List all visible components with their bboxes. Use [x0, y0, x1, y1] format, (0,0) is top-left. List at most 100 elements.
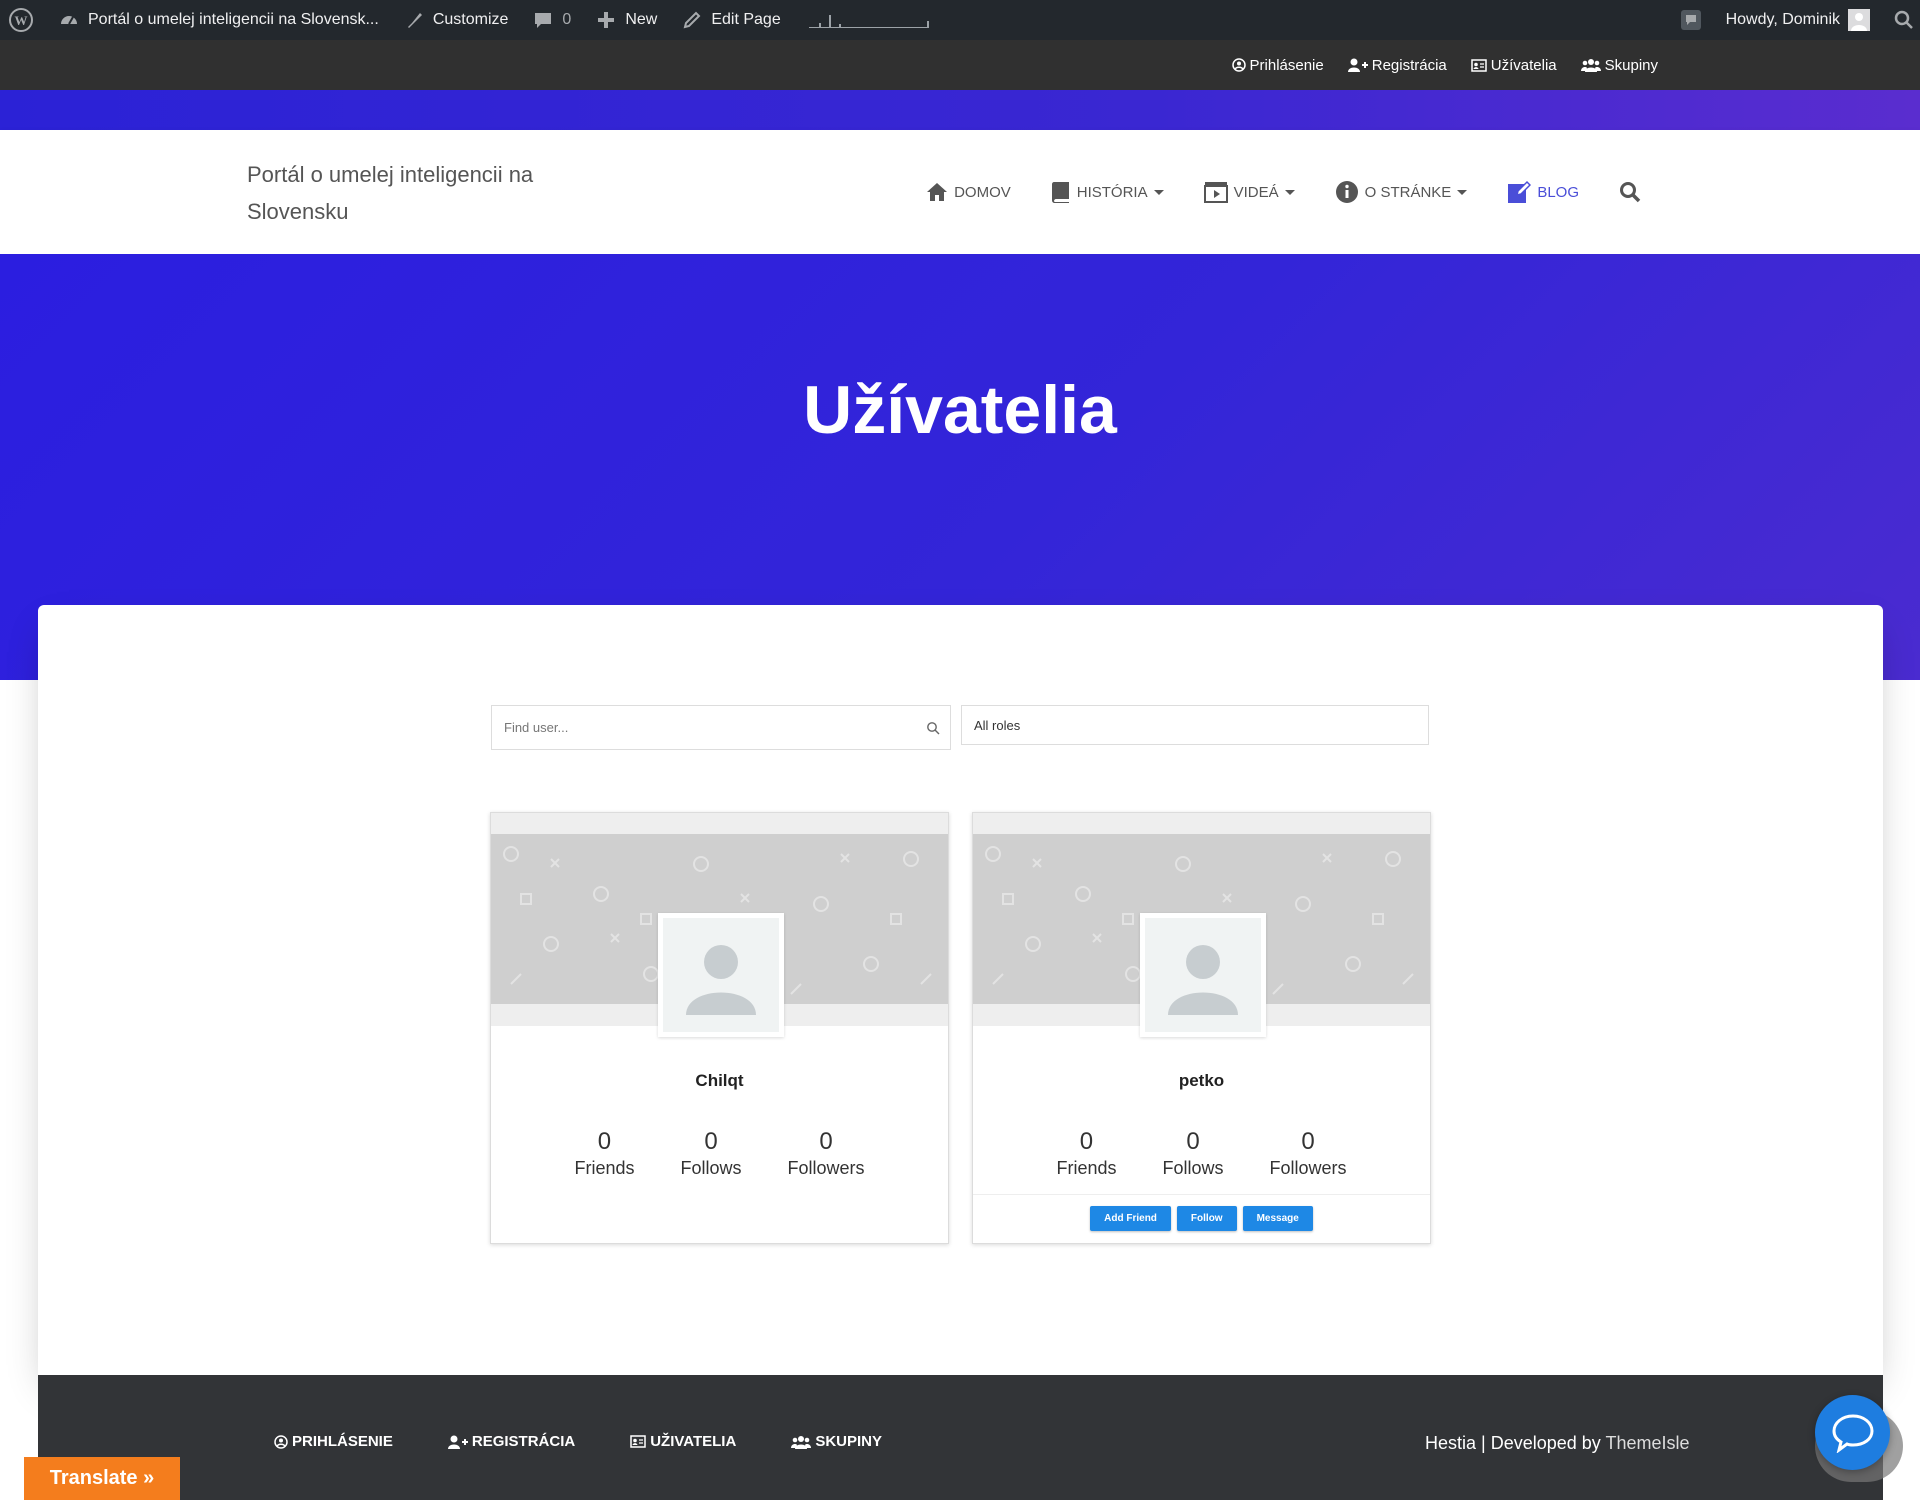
footer-menu: PRIHLÁSENIE REGISTRÁCIA UŽIVATELIA SKUPI… [274, 1433, 937, 1450]
notification-icon [1680, 10, 1701, 30]
footer-link-groups-label: SKUPINY [815, 1433, 882, 1450]
user-placeholder-icon [686, 945, 756, 1015]
footer-link-login[interactable]: PRIHLÁSENIE [274, 1433, 393, 1450]
howdy-label: Howdy, Dominik [1725, 11, 1840, 28]
nav-item-blog[interactable]: BLOG [1507, 180, 1579, 204]
comments-link[interactable]: 0 [520, 0, 583, 40]
gradient-strip [0, 90, 1920, 130]
user-search-placeholder: Find user... [504, 720, 569, 735]
roles-select-value: All roles [974, 718, 1021, 733]
followers-label: Followers [1269, 1158, 1347, 1178]
edit-page-label: Edit Page [711, 11, 781, 28]
brush-icon [403, 9, 425, 31]
top-link-register-label: Registrácia [1371, 56, 1447, 74]
wordpress-icon: W [9, 8, 33, 32]
notifications-button[interactable] [1668, 0, 1714, 40]
dashboard-icon [58, 9, 80, 31]
my-account-menu[interactable]: Howdy, Dominik [1714, 0, 1882, 40]
nav-item-videos[interactable]: VIDEÁ [1203, 181, 1295, 203]
stats-sparkline[interactable] [808, 12, 929, 28]
followers-stat: 0 Followers [788, 1128, 865, 1180]
footer-credit: Hestia | Developed by ThemeIsle [1425, 1433, 1690, 1454]
credit-developer-link[interactable]: ThemeIsle [1605, 1433, 1689, 1453]
user-stats: 0 Friends 0 Follows 0 Followers [491, 1128, 948, 1180]
site-footer: PRIHLÁSENIE REGISTRÁCIA UŽIVATELIA SKUPI… [38, 1375, 1883, 1500]
film-icon [1203, 182, 1228, 203]
id-card-icon [630, 1435, 646, 1448]
page-title: Užívatelia [803, 372, 1117, 448]
friends-label: Friends [574, 1158, 635, 1178]
search-icon [1894, 10, 1913, 29]
search-icon [1620, 182, 1641, 203]
site-name-link[interactable]: Portál o umelej inteligencii na Slovensk… [46, 0, 391, 40]
follows-label: Follows [680, 1158, 742, 1178]
nav-item-history[interactable]: HISTÓRIA [1051, 181, 1164, 203]
friends-count: 0 [597, 1128, 612, 1155]
customize-link[interactable]: Customize [391, 0, 521, 40]
user-search-input[interactable]: Find user... [491, 705, 951, 750]
new-content-link[interactable]: New [583, 0, 669, 40]
info-icon [1335, 181, 1358, 203]
follows-stat: 0 Follows [680, 1128, 741, 1180]
users-icon [1580, 59, 1601, 72]
svg-text:W: W [15, 13, 28, 28]
top-link-register[interactable]: Registrácia [1347, 56, 1447, 74]
user-plus-icon [447, 1435, 468, 1449]
user-actions: Add Friend Follow Message [973, 1206, 1430, 1231]
friends-count: 0 [1079, 1128, 1094, 1155]
follows-stat: 0 Follows [1162, 1128, 1223, 1180]
user-circle-icon [1231, 58, 1246, 72]
footer-link-users[interactable]: UŽIVATELIA [630, 1433, 736, 1450]
nav-search-button[interactable] [1619, 181, 1647, 203]
top-links-bar: Prihlásenie Registrácia Užívatelia Skupi… [0, 40, 1920, 90]
admin-search-button[interactable] [1882, 0, 1920, 40]
book-icon [1051, 182, 1069, 203]
user-card: Chilqt 0 Friends 0 Follows 0 Followers [490, 812, 949, 1244]
nav-item-history-label: HISTÓRIA [1076, 183, 1148, 201]
top-link-login[interactable]: Prihlásenie [1231, 56, 1324, 74]
footer-link-register[interactable]: REGISTRÁCIA [447, 1433, 575, 1450]
credit-theme: Hestia [1425, 1433, 1477, 1453]
user-avatar[interactable] [1140, 913, 1266, 1037]
friends-label: Friends [1056, 1158, 1117, 1178]
top-link-groups-label: Skupiny [1604, 56, 1658, 74]
chevron-down-icon [1457, 189, 1468, 195]
footer-link-groups[interactable]: SKUPINY [791, 1433, 882, 1450]
site-brand[interactable]: Portál o umelej inteligencii na Slovensk… [247, 156, 577, 230]
user-avatar[interactable] [658, 913, 784, 1037]
nav-item-home-label: DOMOV [954, 183, 1011, 201]
plus-icon [595, 9, 617, 31]
edit-icon [1508, 180, 1532, 203]
new-label: New [625, 11, 658, 28]
translate-button[interactable]: Translate » [24, 1457, 180, 1500]
follow-button[interactable]: Follow [1176, 1206, 1237, 1231]
admin-bar: W Portál o umelej inteligencii na Sloven… [0, 0, 1920, 40]
friends-stat: 0 Friends [1056, 1128, 1116, 1180]
user-placeholder-icon [1168, 945, 1238, 1015]
user-name[interactable]: Chilqt [491, 1071, 948, 1091]
top-link-login-label: Prihlásenie [1249, 56, 1324, 74]
main-navbar: Portál o umelej inteligencii na Slovensk… [0, 130, 1920, 254]
roles-select[interactable]: All roles [961, 705, 1429, 745]
chevron-down-icon [1153, 189, 1164, 195]
main-menu: DOMOV HISTÓRIA VIDEÁ O STRÁNKE BLOG [886, 130, 1647, 254]
nav-item-videos-label: VIDEÁ [1233, 183, 1279, 201]
edit-page-link[interactable]: Edit Page [669, 0, 792, 40]
search-icon [927, 722, 940, 735]
add-friend-button[interactable]: Add Friend [1090, 1206, 1171, 1231]
nav-item-about[interactable]: O STRÁNKE [1335, 180, 1468, 204]
user-name[interactable]: petko [973, 1071, 1430, 1091]
top-link-users-label: Užívatelia [1490, 56, 1557, 74]
nav-item-home[interactable]: DOMOV [926, 182, 1011, 202]
message-button[interactable]: Message [1242, 1206, 1313, 1231]
footer-link-users-label: UŽIVATELIA [650, 1433, 737, 1450]
nav-item-blog-label: BLOG [1537, 183, 1579, 201]
footer-link-login-label: PRIHLÁSENIE [292, 1433, 393, 1450]
top-link-groups[interactable]: Skupiny [1580, 56, 1658, 74]
chat-button[interactable] [1815, 1395, 1890, 1470]
top-link-users[interactable]: Užívatelia [1471, 57, 1557, 74]
user-circle-icon [274, 1434, 288, 1449]
user-plus-icon [1347, 58, 1368, 72]
wordpress-logo-button[interactable]: W [0, 0, 46, 40]
follows-count: 0 [1186, 1128, 1200, 1155]
